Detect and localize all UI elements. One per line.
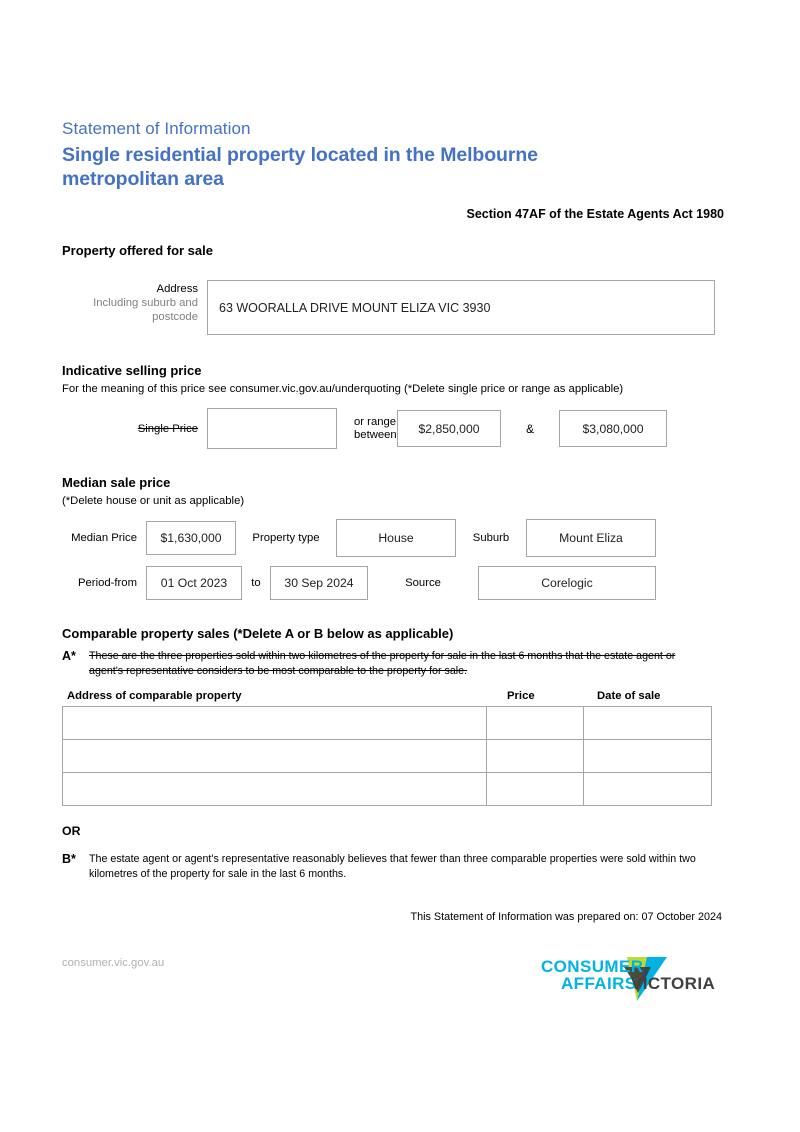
indicative-price-row: Single Price or range between $2,850,000… <box>62 408 724 449</box>
page-title-line1: Single residential property located in t… <box>62 144 538 166</box>
option-a-row: A* These are the three properties sold w… <box>62 649 724 678</box>
property-offered-section: Property offered for sale Address Includ… <box>62 243 724 335</box>
page-title: Single residential property located in t… <box>62 143 724 191</box>
option-b-text: The estate agent or agent's representati… <box>89 853 696 880</box>
indicative-price-section: Indicative selling price For the meaning… <box>62 363 724 449</box>
address-sublabel-line1: Including suburb and <box>93 297 198 309</box>
comparable-sales-table <box>61 706 712 806</box>
or-range-label-line2: between <box>354 428 397 441</box>
page-title-line2: metropolitan area <box>62 168 224 190</box>
logo-text-victoria: VICTORIA <box>631 974 715 993</box>
address-row: Address Including suburb and postcode 63… <box>62 280 724 335</box>
document-body: Statement of Information Single resident… <box>61 118 724 923</box>
option-a-text: These are the three properties sold with… <box>89 650 676 677</box>
median-price-note: (*Delete house or unit as applicable) <box>62 495 245 507</box>
comparable-table-header: Address of comparable property Price Dat… <box>62 690 724 702</box>
range-low-field[interactable]: $2,850,000 <box>397 410 501 447</box>
address-sublabel-line2: postcode <box>152 311 198 323</box>
cell-date[interactable] <box>583 739 712 773</box>
period-from-label: Period-from <box>77 577 137 589</box>
median-price-field[interactable]: $1,630,000 <box>146 521 236 555</box>
logo-svg: CONSUMER AFFAIRS VICTORIA <box>541 957 715 1001</box>
comparable-sales-heading: Comparable property sales (*Delete A or … <box>62 626 454 641</box>
address-label: Address <box>156 283 198 295</box>
single-price-field[interactable] <box>207 408 337 449</box>
or-range-label: or range between <box>337 416 397 442</box>
property-type-label: Property type <box>252 532 320 544</box>
address-label-group: Address Including suburb and postcode <box>62 280 207 324</box>
median-price-label: Median Price <box>71 532 137 544</box>
address-field[interactable]: 63 WOORALLA DRIVE MOUNT ELIZA VIC 3930 <box>207 280 715 335</box>
single-price-label: Single Price <box>137 422 198 435</box>
prepared-on-text: This Statement of Information was prepar… <box>410 911 723 923</box>
property-offered-heading: Property offered for sale <box>62 243 213 258</box>
indicative-price-note: For the meaning of this price see consum… <box>62 383 624 395</box>
column-header-price: Price <box>507 690 535 702</box>
property-type-field[interactable]: House <box>336 519 456 557</box>
range-ampersand: & <box>526 421 534 436</box>
cell-price[interactable] <box>486 706 585 740</box>
table-row[interactable] <box>61 739 712 773</box>
suburb-label: Suburb <box>472 532 510 544</box>
column-header-date: Date of sale <box>597 690 661 702</box>
consumer-affairs-victoria-logo: CONSUMER AFFAIRS VICTORIA <box>539 945 724 1007</box>
cell-address[interactable] <box>61 772 488 806</box>
or-separator: OR <box>62 824 81 838</box>
option-b-mark: B* <box>62 852 76 866</box>
period-from-field[interactable]: 01 Oct 2023 <box>146 566 242 600</box>
document-footer: consumer.vic.gov.au CONSUMER AFFAIRS VIC… <box>62 955 724 1025</box>
cell-price[interactable] <box>486 772 585 806</box>
logo-text-affairs: AFFAIRS <box>561 974 637 993</box>
or-range-label-line1: or range <box>354 415 397 428</box>
cell-date[interactable] <box>583 772 712 806</box>
period-to-field[interactable]: 30 Sep 2024 <box>270 566 368 600</box>
cell-address[interactable] <box>61 739 488 773</box>
option-b-row: B* The estate agent or agent's represent… <box>62 852 724 881</box>
median-price-section: Median sale price (*Delete house or unit… <box>62 475 724 600</box>
source-label: Source <box>405 577 441 589</box>
period-to-label: to <box>251 577 261 589</box>
footer-website-url: consumer.vic.gov.au <box>62 957 165 969</box>
median-period-row: Period-from 01 Oct 2023 to 30 Sep 2024 S… <box>62 566 724 600</box>
suburb-field[interactable]: Mount Eliza <box>526 519 656 557</box>
cell-price[interactable] <box>486 739 585 773</box>
source-field[interactable]: Corelogic <box>478 566 656 600</box>
comparable-sales-section: Comparable property sales (*Delete A or … <box>61 626 724 881</box>
table-row[interactable] <box>61 772 712 806</box>
cell-date[interactable] <box>583 706 712 740</box>
option-a-mark: A* <box>62 649 76 663</box>
range-high-field[interactable]: $3,080,000 <box>559 410 667 447</box>
document-header: Statement of Information Single resident… <box>62 118 724 221</box>
document-eyebrow: Statement of Information <box>62 119 251 138</box>
median-price-heading: Median sale price <box>62 475 171 490</box>
table-row[interactable] <box>61 706 712 740</box>
document-page: Statement of Information Single resident… <box>0 0 800 1132</box>
cell-address[interactable] <box>61 706 488 740</box>
act-reference: Section 47AF of the Estate Agents Act 19… <box>466 207 724 221</box>
column-header-address: Address of comparable property <box>67 690 242 702</box>
indicative-price-heading: Indicative selling price <box>62 363 202 378</box>
median-price-row: Median Price $1,630,000 Property type Ho… <box>62 519 724 557</box>
